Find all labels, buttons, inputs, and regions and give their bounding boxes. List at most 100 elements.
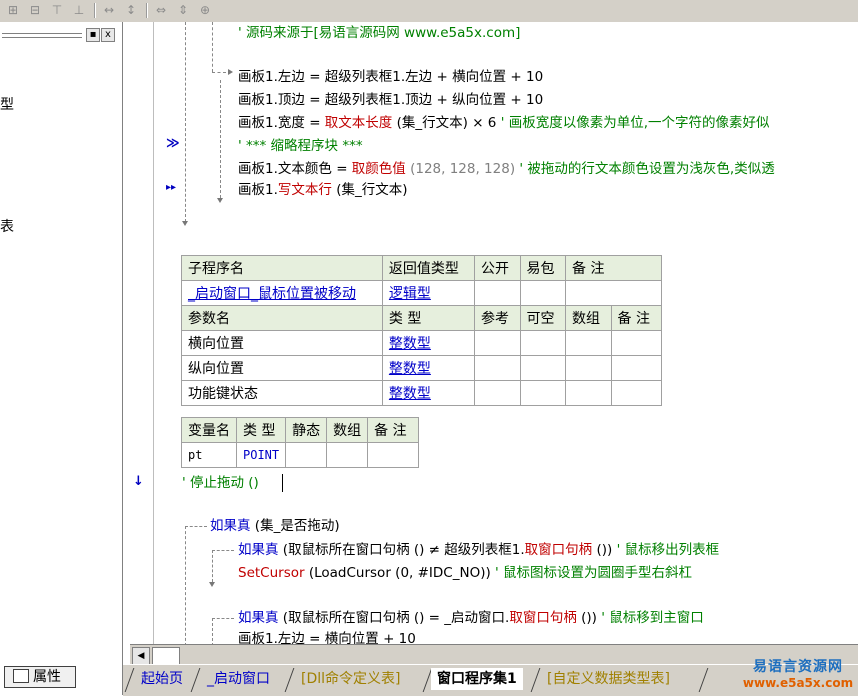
panel-grip[interactable]	[2, 33, 82, 38]
function-name: 取窗口句柄	[524, 542, 593, 558]
variable-type-cell[interactable]: POINT	[235, 442, 287, 468]
same-width-icon[interactable]: ⇔	[152, 2, 170, 18]
subroutine-name-cell[interactable]: _启动窗口_鼠标位置被移动	[181, 280, 383, 306]
space-horizontal-icon[interactable]: ↔	[100, 2, 118, 18]
column-header: 公开	[474, 255, 521, 281]
tab-startup-window[interactable]: _启动窗口	[201, 668, 276, 690]
variable-name-cell[interactable]: pt	[181, 442, 237, 468]
code-comment-line[interactable]: ' 源码来源于[易语言源码网 www.e5a5x.com]	[238, 24, 520, 42]
code-token: × 6	[472, 115, 497, 131]
flow-line	[220, 80, 221, 198]
same-height-icon[interactable]: ⇕	[174, 2, 192, 18]
remark-cell[interactable]	[610, 380, 663, 406]
code-line[interactable]: 画板1.顶边 = 超级列表框1.顶边 + 纵向位置 + 10	[238, 91, 543, 109]
panel-header: ▪ x	[0, 26, 118, 42]
properties-icon	[13, 669, 29, 683]
code-token: (取鼠标所在窗口句柄 () ≠ 超级列表框1.	[282, 542, 525, 558]
code-token: 10	[526, 92, 544, 108]
tab-separator	[190, 668, 201, 692]
array-cell[interactable]	[565, 355, 612, 381]
column-header: 参数名	[181, 305, 383, 331]
code-line[interactable]: 画板1.写文本行 (集_行文本)	[238, 181, 407, 199]
code-line[interactable]: SetCursor (LoadCursor (0, #IDC_NO)) ' 鼠标…	[238, 564, 692, 582]
code-line[interactable]: 画板1.文本颜色 = 取颜色值 (128, 128, 128) ' 被拖动的行文…	[238, 160, 775, 178]
ref-cell[interactable]	[474, 330, 521, 356]
param-name-cell[interactable]: 横向位置	[181, 330, 383, 356]
code-token: (取鼠标所在窗口句柄 () = _启动窗口.	[282, 610, 510, 626]
nullable-cell[interactable]	[519, 355, 567, 381]
tab-start-page[interactable]: 起始页	[135, 668, 189, 690]
array-cell[interactable]	[565, 330, 612, 356]
flow-line	[212, 618, 234, 619]
minimize-icon[interactable]: ▪	[86, 28, 100, 42]
column-header: 静态	[285, 417, 328, 443]
code-line[interactable]: 画板1.宽度 = 取文本长度 (集_行文本) × 6 ' 画板宽度以像素为单位,…	[238, 114, 769, 132]
collapsed-block-marker-icon[interactable]: ≫	[166, 136, 180, 151]
code-token: =	[309, 92, 321, 108]
column-header: 类 型	[381, 305, 476, 331]
nullable-cell[interactable]	[519, 330, 567, 356]
code-line[interactable]: 画板1.左边 = 超级列表框1.左边 + 横向位置 + 10	[238, 68, 543, 86]
tree-item-fragment[interactable]: 表	[0, 216, 14, 236]
static-cell[interactable]	[285, 442, 328, 468]
text-caret	[282, 474, 283, 492]
tab-dll-commands[interactable]: [Dll命令定义表]	[295, 668, 406, 690]
column-header: 数组	[565, 305, 612, 331]
watermark-url: www.e5a5x.com	[742, 676, 854, 690]
flow-line	[212, 72, 226, 73]
param-name-cell[interactable]: 功能键状态	[181, 380, 383, 406]
same-size-icon[interactable]: ⊕	[196, 2, 214, 18]
code-comment-line[interactable]: ' 停止拖动 ()	[182, 474, 259, 492]
column-header: 备 注	[565, 255, 662, 281]
array-cell[interactable]	[565, 380, 612, 406]
column-header: 子程序名	[181, 255, 383, 281]
remark-cell[interactable]	[610, 355, 663, 381]
param-type-cell[interactable]: 整数型	[381, 355, 476, 381]
align-center-icon[interactable]: ⊟	[26, 2, 44, 18]
flow-arrow-icon	[182, 221, 188, 226]
code-token: (集_行文本)	[336, 182, 408, 198]
collapsed-block-line[interactable]: ' *** 缩略程序块 ***	[238, 137, 363, 155]
scroll-left-icon[interactable]: ◀	[132, 647, 150, 665]
space-vertical-icon[interactable]: ↕	[122, 2, 140, 18]
tree-item-fragment[interactable]: 型	[0, 94, 14, 114]
column-header: 易包	[519, 255, 567, 281]
close-icon[interactable]: x	[101, 28, 115, 42]
param-name-cell[interactable]: 纵向位置	[181, 355, 383, 381]
tab-separator	[284, 668, 295, 692]
remark-cell[interactable]	[565, 280, 662, 306]
param-type-cell[interactable]: 整数型	[381, 380, 476, 406]
flow-line	[212, 550, 234, 551]
function-name: SetCursor	[238, 565, 305, 581]
code-line[interactable]: 如果真 (取鼠标所在窗口句柄 () ≠ 超级列表框1.取窗口句柄 ()) ' 鼠…	[238, 541, 719, 559]
table-header-row: 子程序名 返回值类型 公开 易包 备 注	[181, 255, 662, 281]
left-panel: ▪ x 型 表	[0, 22, 123, 695]
column-header: 可空	[519, 305, 567, 331]
tab-custom-data-types[interactable]: [自定义数据类型表]	[541, 668, 676, 690]
nullable-cell[interactable]	[519, 380, 567, 406]
array-cell[interactable]	[326, 442, 369, 468]
align-middle-icon[interactable]: ⊥	[70, 2, 88, 18]
flow-line	[212, 618, 213, 646]
function-name: 写文本行	[277, 182, 332, 198]
package-cell[interactable]	[519, 280, 567, 306]
align-left-icon[interactable]: ⊞	[4, 2, 22, 18]
code-line[interactable]: 画板1.左边 = 横向位置 + 10	[238, 630, 416, 644]
tab-window-assembly[interactable]: 窗口程序集1	[431, 668, 523, 690]
ref-cell[interactable]	[474, 355, 521, 381]
return-type-cell[interactable]: 逻辑型	[381, 280, 476, 306]
param-type-cell[interactable]: 整数型	[381, 330, 476, 356]
flow-arrow-icon	[228, 69, 233, 75]
flow-line	[185, 526, 186, 646]
code-comment: ' 鼠标图标设置为圆圈手型右斜杠	[495, 565, 693, 581]
remark-cell[interactable]	[367, 442, 420, 468]
remark-cell[interactable]	[610, 330, 663, 356]
public-cell[interactable]	[474, 280, 521, 306]
scroll-thumb[interactable]	[152, 647, 180, 665]
tab-properties[interactable]: 属性	[4, 666, 76, 688]
code-line[interactable]: 如果真 (集_是否拖动)	[210, 517, 340, 535]
code-line[interactable]: 如果真 (取鼠标所在窗口句柄 () = _启动窗口.取窗口句柄 ()) ' 鼠标…	[238, 609, 704, 627]
ref-cell[interactable]	[474, 380, 521, 406]
align-top-icon[interactable]: ⊤	[48, 2, 66, 18]
watermark-title: 易语言资源网	[753, 659, 843, 675]
